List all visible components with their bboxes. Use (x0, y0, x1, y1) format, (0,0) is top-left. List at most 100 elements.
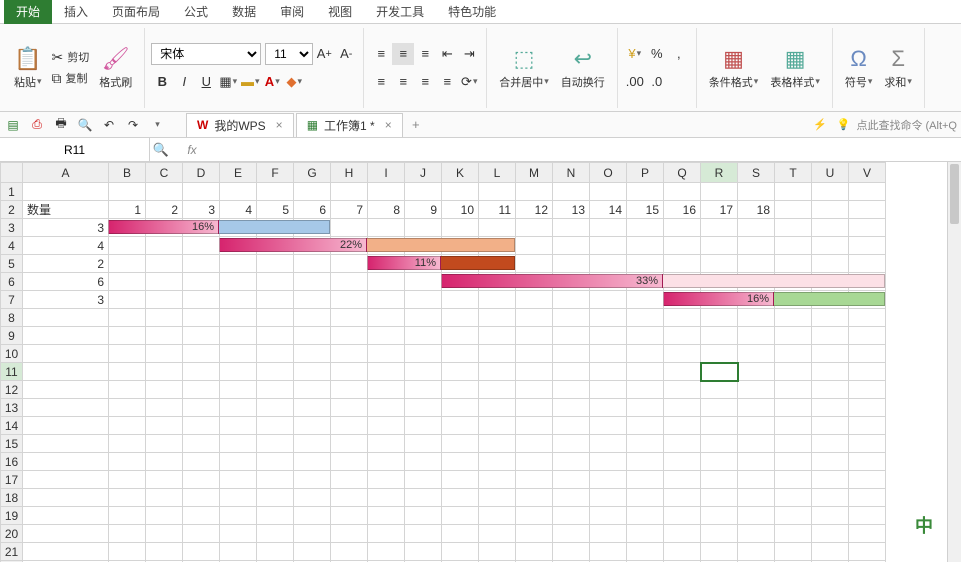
cell[interactable] (664, 471, 701, 489)
col-header[interactable]: Q (664, 163, 701, 183)
cell[interactable] (183, 237, 220, 255)
cell[interactable]: 15 (627, 201, 664, 219)
cell[interactable] (442, 543, 479, 561)
col-header[interactable]: J (405, 163, 442, 183)
cell[interactable] (109, 525, 146, 543)
cell[interactable] (775, 183, 812, 201)
cell[interactable] (146, 273, 183, 291)
cell[interactable] (405, 507, 442, 525)
cell[interactable] (849, 345, 886, 363)
cell[interactable] (220, 327, 257, 345)
cell[interactable] (220, 525, 257, 543)
cell[interactable] (738, 291, 775, 309)
cell[interactable] (812, 201, 849, 219)
cell[interactable] (220, 543, 257, 561)
cell[interactable] (405, 471, 442, 489)
cell[interactable] (479, 183, 516, 201)
cell[interactable] (849, 417, 886, 435)
cell[interactable] (368, 381, 405, 399)
cell[interactable] (257, 291, 294, 309)
cell[interactable]: 3 (23, 291, 109, 309)
cell[interactable] (590, 291, 627, 309)
cell[interactable] (183, 525, 220, 543)
cell[interactable] (664, 381, 701, 399)
cell[interactable] (183, 435, 220, 453)
row-header[interactable]: 8 (1, 309, 23, 327)
cell[interactable]: 9 (405, 201, 442, 219)
row-header[interactable]: 16 (1, 453, 23, 471)
cell[interactable] (627, 363, 664, 381)
cell[interactable] (701, 381, 738, 399)
col-header[interactable]: P (627, 163, 664, 183)
cell[interactable] (479, 345, 516, 363)
name-box-input[interactable] (0, 143, 149, 157)
cell[interactable] (627, 219, 664, 237)
cell[interactable] (257, 363, 294, 381)
cell[interactable] (23, 489, 109, 507)
cell[interactable] (294, 273, 331, 291)
cell[interactable] (23, 363, 109, 381)
cell[interactable] (23, 345, 109, 363)
col-header[interactable]: R (701, 163, 738, 183)
cell[interactable] (368, 435, 405, 453)
cell[interactable] (775, 471, 812, 489)
cell[interactable] (627, 543, 664, 561)
col-header[interactable]: F (257, 163, 294, 183)
cell[interactable] (664, 291, 701, 309)
cell[interactable] (479, 543, 516, 561)
cell[interactable] (331, 471, 368, 489)
cell[interactable] (516, 219, 553, 237)
cell[interactable] (257, 489, 294, 507)
cell[interactable] (294, 309, 331, 327)
select-all-corner[interactable] (1, 163, 23, 183)
cell[interactable] (701, 219, 738, 237)
cell[interactable] (590, 471, 627, 489)
cell[interactable]: 4 (23, 237, 109, 255)
cell[interactable] (331, 417, 368, 435)
cell[interactable] (516, 255, 553, 273)
cell[interactable] (294, 525, 331, 543)
cell[interactable] (516, 543, 553, 561)
cell[interactable] (442, 237, 479, 255)
cell[interactable] (146, 489, 183, 507)
cell[interactable] (849, 435, 886, 453)
cell[interactable] (812, 525, 849, 543)
cell[interactable] (331, 255, 368, 273)
cell[interactable] (553, 453, 590, 471)
cell[interactable] (331, 345, 368, 363)
cell[interactable] (331, 237, 368, 255)
cell[interactable] (516, 291, 553, 309)
cell[interactable] (23, 543, 109, 561)
cell[interactable] (775, 453, 812, 471)
cell[interactable] (627, 291, 664, 309)
cell[interactable] (257, 219, 294, 237)
cell[interactable] (516, 399, 553, 417)
col-header[interactable]: H (331, 163, 368, 183)
cell[interactable] (775, 273, 812, 291)
cell[interactable] (775, 201, 812, 219)
cell[interactable] (775, 435, 812, 453)
cell[interactable] (553, 291, 590, 309)
cell[interactable] (109, 381, 146, 399)
row-header[interactable]: 19 (1, 507, 23, 525)
row-header[interactable]: 12 (1, 381, 23, 399)
cell[interactable] (405, 237, 442, 255)
cell[interactable] (109, 309, 146, 327)
cell[interactable] (23, 453, 109, 471)
cell[interactable] (442, 345, 479, 363)
cell[interactable] (590, 273, 627, 291)
cell[interactable] (257, 525, 294, 543)
cell[interactable]: 12 (516, 201, 553, 219)
cell[interactable] (405, 417, 442, 435)
cell[interactable] (479, 327, 516, 345)
cell[interactable]: 8 (368, 201, 405, 219)
cell[interactable] (109, 255, 146, 273)
cell[interactable] (738, 471, 775, 489)
row-header[interactable]: 4 (1, 237, 23, 255)
cell[interactable] (701, 417, 738, 435)
underline-button[interactable]: U (195, 71, 217, 93)
cell[interactable]: 数量 (23, 201, 109, 219)
row-header[interactable]: 6 (1, 273, 23, 291)
tab-data[interactable]: 数据 (220, 0, 268, 24)
cell[interactable] (738, 489, 775, 507)
